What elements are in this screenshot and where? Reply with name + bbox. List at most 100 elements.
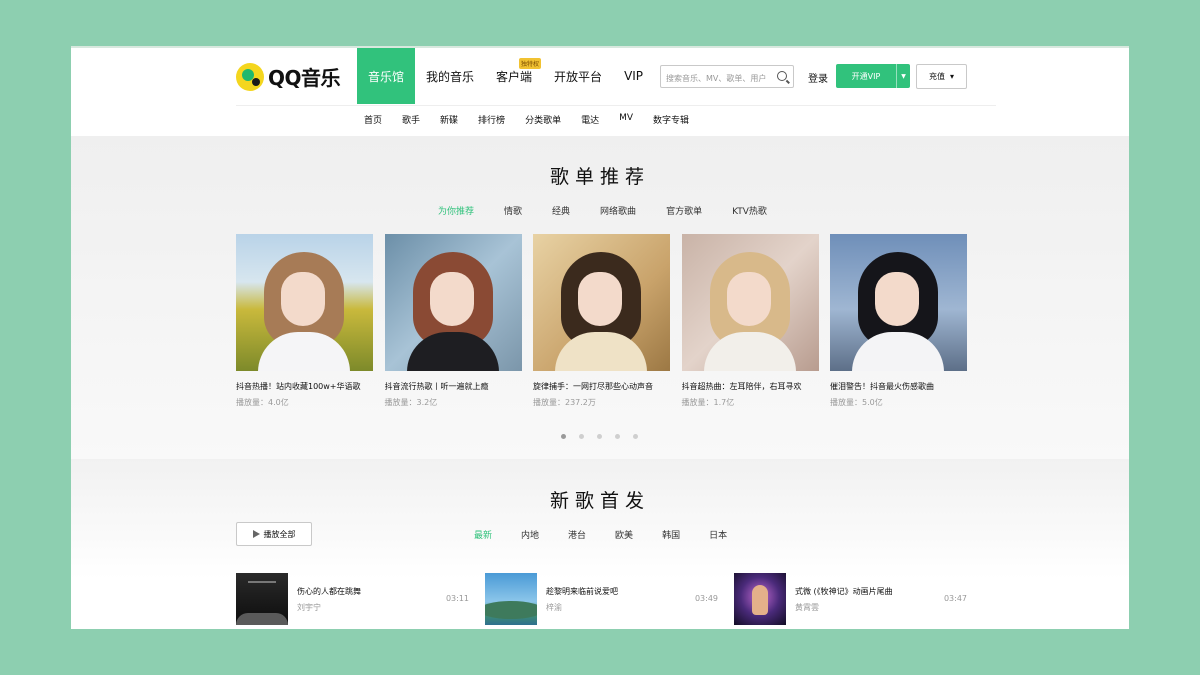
nav-label: VIP — [624, 69, 644, 83]
play-all-label: 播放全部 — [263, 529, 296, 539]
tab-official[interactable]: 官方歌单 — [666, 204, 702, 217]
tab-ktv[interactable]: KTV热歌 — [732, 204, 767, 217]
song-cover[interactable] — [236, 573, 288, 625]
playlist-plays: 播放量：4.0亿 — [236, 398, 289, 407]
tab-japanese[interactable]: 日本 — [709, 528, 727, 541]
main-nav: 音乐馆 我的音乐 独特权 客户端 开放平台 VIP — [357, 48, 654, 104]
playlist-title[interactable]: 抖音超热曲：左耳陪伴，右耳寻欢 — [682, 381, 819, 392]
subnav-singers[interactable]: 歌手 — [402, 113, 420, 126]
playlist-card[interactable]: 抖音流行热歌丨听一遍就上瘾 播放量：3.2亿 — [384, 234, 522, 408]
login-link[interactable]: 登录 — [808, 70, 828, 85]
tab-latest[interactable]: 最新 — [474, 528, 492, 541]
playlist-plays: 播放量：5.0亿 — [830, 398, 883, 407]
header-divider — [236, 105, 996, 106]
caret-down-icon: ▾ — [949, 72, 954, 81]
carousel-dot[interactable] — [597, 434, 602, 439]
tab-internet-songs[interactable]: 网络歌曲 — [600, 204, 636, 217]
song-info: 伤心的人都在跳舞 刘宇宁 — [297, 586, 361, 613]
subnav-radio[interactable]: 電达 — [581, 113, 599, 126]
song-artist[interactable]: 黄霄雲 — [795, 602, 893, 613]
playlist-cards: 抖音热播！站内收藏100w+华语歌 播放量：4.0亿 抖音流行热歌丨听一遍就上瘾… — [236, 234, 979, 408]
playlist-title[interactable]: 抖音流行热歌丨听一遍就上瘾 — [385, 381, 522, 392]
song-name[interactable]: 式微 (《牧神记》动画片尾曲 — [795, 586, 893, 597]
subnav-home[interactable]: 首页 — [364, 113, 382, 126]
playlist-card[interactable]: 催泪警告！抖音最火伤感歌曲 播放量：5.0亿 — [830, 234, 967, 408]
song-cover[interactable] — [485, 573, 537, 625]
song-name[interactable]: 趁黎明来临前说爱吧 — [546, 586, 618, 597]
recharge-label: 充值 — [928, 72, 945, 81]
nav-music-hall[interactable]: 音乐馆 — [357, 48, 416, 104]
tab-mainland[interactable]: 内地 — [521, 528, 539, 541]
song-name[interactable]: 伤心的人都在跳舞 — [297, 586, 361, 597]
song-artist[interactable]: 梓渝 — [546, 602, 618, 613]
nav-client[interactable]: 独特权 客户端 — [485, 48, 543, 104]
play-icon — [252, 530, 260, 538]
playlist-section-title: 歌单推荐 — [549, 166, 650, 188]
song-item[interactable]: 趁黎明来临前说爱吧 梓渝 03:49 — [485, 572, 734, 626]
playlist-card[interactable]: 抖音热播！站内收藏100w+华语歌 播放量：4.0亿 — [236, 234, 373, 408]
playlist-title[interactable]: 旋律捕手：一网打尽那些心动声音 — [533, 381, 670, 392]
subnav-categories[interactable]: 分类歌单 — [525, 113, 561, 126]
recharge-button[interactable]: 充值 ▾ — [916, 64, 967, 89]
playlist-title[interactable]: 催泪警告！抖音最火伤感歌曲 — [830, 381, 967, 392]
site-header: QQ音乐 音乐馆 我的音乐 独特权 客户端 开放平台 VIP 登录 开通VIP … — [71, 48, 1129, 136]
playlist-card[interactable]: 旋律捕手：一网打尽那些心动声音 播放量：237.2万 — [533, 234, 670, 408]
logo-text: QQ音乐 — [268, 66, 341, 90]
song-artist[interactable]: 刘宇宁 — [297, 602, 361, 613]
qq-music-logo[interactable]: QQ音乐 — [236, 62, 341, 91]
carousel-dot[interactable] — [561, 434, 566, 439]
playlist-cover[interactable] — [681, 234, 819, 371]
playlist-plays: 播放量：3.2亿 — [384, 398, 438, 407]
carousel-dot[interactable] — [633, 434, 638, 439]
carousel-dots — [561, 434, 638, 439]
nav-badge: 独特权 — [519, 58, 542, 69]
song-item[interactable]: 伤心的人都在跳舞 刘宇宁 03:11 — [236, 572, 485, 626]
nav-open-platform[interactable]: 开放平台 — [543, 48, 613, 104]
nav-label: 音乐馆 — [368, 69, 405, 84]
playlist-title[interactable]: 抖音热播！站内收藏100w+华语歌 — [236, 381, 373, 392]
search-icon[interactable] — [777, 71, 787, 81]
tab-hk-tw[interactable]: 港台 — [568, 528, 586, 541]
playlist-card[interactable]: 抖音超热曲：左耳陪伴，右耳寻欢 播放量：1.7亿 — [681, 234, 819, 408]
song-cover[interactable] — [734, 573, 786, 625]
tab-for-you[interactable]: 为你推荐 — [438, 204, 474, 217]
caret-down-icon[interactable]: ▼ — [896, 64, 910, 88]
sub-nav: 首页 歌手 新碟 排行榜 分类歌单 電达 MV 数字专辑 — [364, 113, 709, 126]
tab-korean[interactable]: 韩国 — [662, 528, 680, 541]
nav-vip[interactable]: VIP — [613, 48, 654, 104]
new-songs-tabs: 最新 内地 港台 欧美 韩国 日本 — [474, 528, 727, 541]
qq-music-logo-icon — [236, 62, 264, 91]
playlist-tabs: 为你推荐 情歌 经典 网络歌曲 官方歌单 KTV热歌 — [438, 204, 767, 217]
nav-my-music[interactable]: 我的音乐 — [415, 48, 485, 104]
open-vip-button[interactable]: 开通VIP ▼ — [836, 64, 910, 88]
carousel-dot[interactable] — [615, 434, 620, 439]
browser-viewport: QQ音乐 音乐馆 我的音乐 独特权 客户端 开放平台 VIP 登录 开通VIP … — [71, 46, 1129, 629]
subnav-new-albums[interactable]: 新碟 — [440, 113, 458, 126]
search-box — [660, 65, 794, 89]
nav-label: 我的音乐 — [426, 69, 475, 84]
carousel-dot[interactable] — [579, 434, 584, 439]
tab-classics[interactable]: 经典 — [552, 204, 570, 217]
open-vip-label: 开通VIP — [851, 71, 881, 81]
song-duration: 03:47 — [943, 594, 967, 603]
playlist-plays: 播放量：237.2万 — [533, 398, 596, 407]
nav-label: 客户端 — [496, 69, 533, 84]
playlist-plays: 播放量：1.7亿 — [681, 398, 735, 407]
song-duration: 03:11 — [445, 594, 469, 603]
new-songs-section-title: 新歌首发 — [549, 490, 650, 512]
song-item[interactable]: 式微 (《牧神记》动画片尾曲 黄霄雲 03:47 — [734, 572, 983, 626]
subnav-digital-albums[interactable]: 数字专辑 — [653, 113, 689, 126]
tab-love-songs[interactable]: 情歌 — [504, 204, 522, 217]
playlist-cover[interactable] — [384, 234, 522, 371]
tab-western[interactable]: 欧美 — [615, 528, 633, 541]
play-all-button[interactable]: 播放全部 — [236, 522, 312, 546]
playlist-cover[interactable] — [533, 234, 670, 371]
subnav-charts[interactable]: 排行榜 — [478, 113, 505, 126]
song-info: 式微 (《牧神记》动画片尾曲 黄霄雲 — [795, 586, 893, 613]
song-duration: 03:49 — [694, 594, 718, 603]
subnav-mv[interactable]: MV — [619, 113, 633, 126]
new-songs-list: 伤心的人都在跳舞 刘宇宁 03:11 趁黎明来临前说爱吧 梓渝 03:49 式微… — [236, 572, 983, 626]
search-input[interactable] — [661, 68, 773, 89]
playlist-cover[interactable] — [830, 234, 967, 371]
playlist-cover[interactable] — [236, 234, 373, 371]
